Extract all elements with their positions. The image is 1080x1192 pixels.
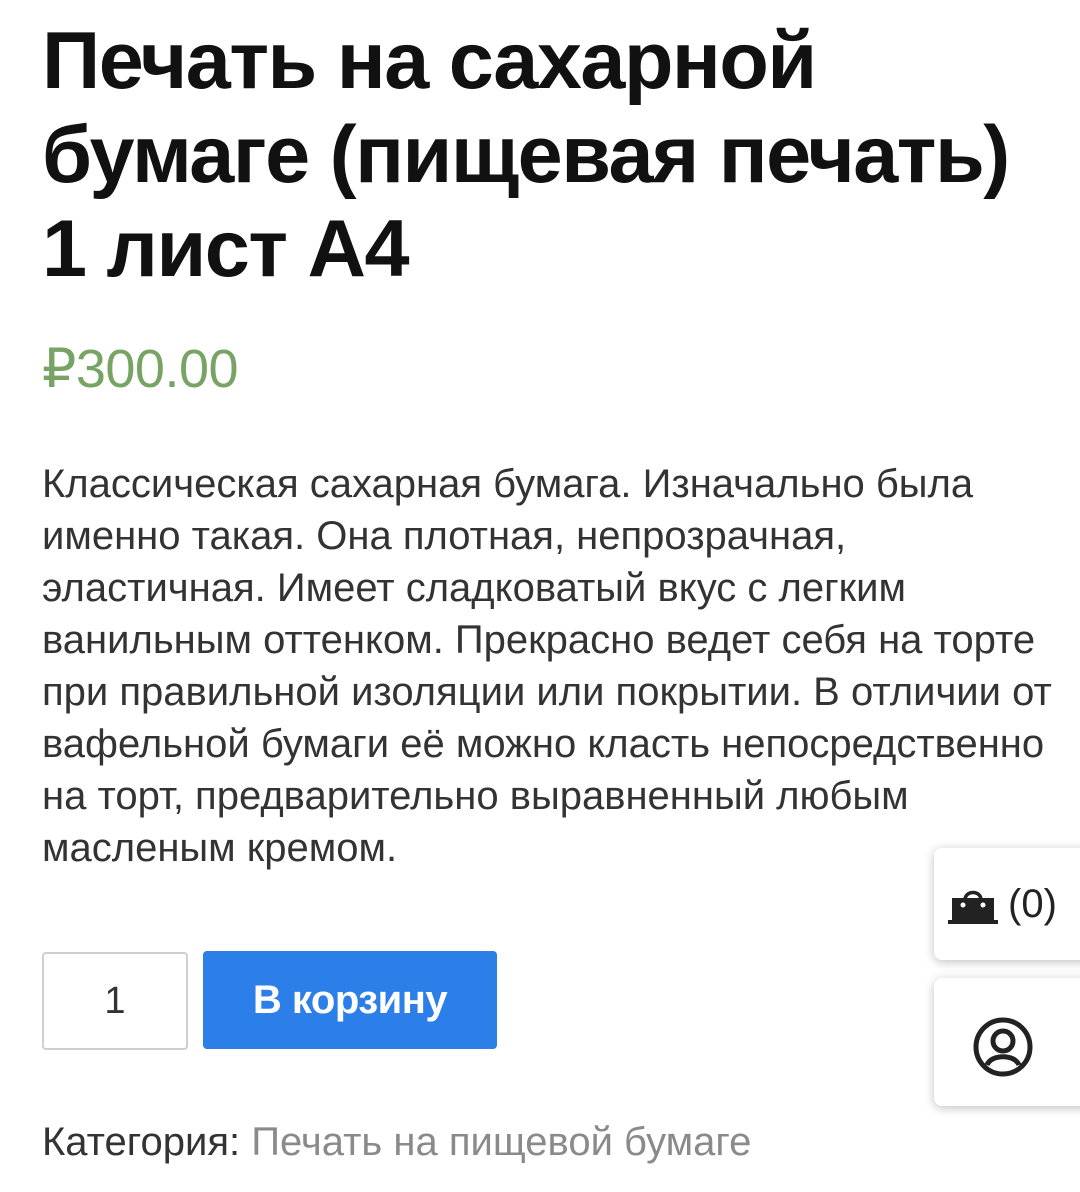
quantity-input[interactable] xyxy=(42,952,188,1050)
user-icon xyxy=(972,1016,1034,1078)
product-price: ₽300.00 xyxy=(42,339,239,399)
shopping-bag-icon xyxy=(948,882,998,926)
add-to-cart-button[interactable]: В корзину xyxy=(203,951,497,1049)
product-category: Категория: Печать на пищевой бумаге xyxy=(42,1116,751,1168)
product-page: Печать на сахарной бумаге (пищевая печат… xyxy=(0,0,1080,1192)
mini-cart-widget[interactable]: (0) xyxy=(934,848,1080,960)
category-link[interactable]: Печать на пищевой бумаге xyxy=(251,1120,751,1164)
cart-count: (0) xyxy=(1008,882,1057,926)
product-description: Классическая сахарная бумага. Изначально… xyxy=(42,462,1052,870)
category-label: Категория: xyxy=(42,1120,241,1164)
product-title: Печать на сахарной бумаге (пищевая печат… xyxy=(42,16,1010,294)
account-widget[interactable] xyxy=(934,978,1080,1106)
